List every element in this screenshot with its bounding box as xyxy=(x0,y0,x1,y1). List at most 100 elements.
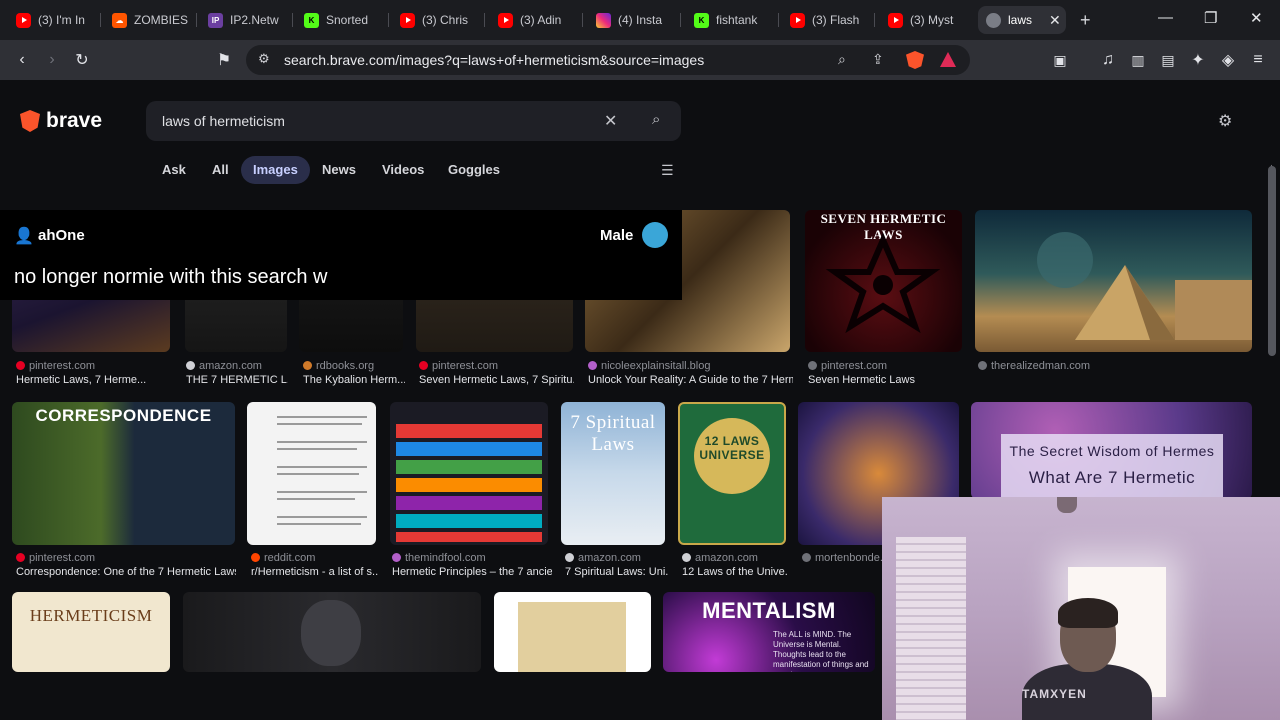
site-settings-icon[interactable]: ⚙ xyxy=(258,51,270,67)
image-result[interactable] xyxy=(494,592,651,672)
result-title[interactable]: 12 Laws of the Unive... xyxy=(682,566,788,578)
clear-icon[interactable]: ✕ xyxy=(604,111,617,131)
result-title[interactable]: Seven Hermetic Laws, 7 Spiritu... xyxy=(419,374,574,386)
kick-icon: K xyxy=(694,12,709,28)
scrollbar[interactable] xyxy=(1268,166,1276,356)
browser-tab[interactable]: (3) Flash xyxy=(782,6,870,34)
back-button[interactable]: ‹ xyxy=(12,50,32,70)
forward-button[interactable]: › xyxy=(42,50,62,70)
kick-icon: K xyxy=(304,12,319,28)
search-input[interactable]: laws of hermeticism xyxy=(162,113,285,129)
image-result[interactable]: HERMETICISM xyxy=(12,592,170,672)
result-source: pinterest.com xyxy=(16,552,236,564)
vpn-icon[interactable]: ◈ xyxy=(1218,50,1238,70)
close-window-button[interactable]: ✕ xyxy=(1250,9,1263,27)
browser-tab[interactable]: IP IP2.Netw xyxy=(200,6,288,34)
chat-message: no longer normie with this search w xyxy=(14,266,328,288)
image-result[interactable] xyxy=(247,402,376,545)
share-icon[interactable]: ⇪ xyxy=(872,51,884,68)
result-title[interactable]: Unlock Your Reality: A Guide to the 7 He… xyxy=(588,374,793,386)
tab-all[interactable]: All xyxy=(200,156,241,184)
brave-lion-icon xyxy=(20,110,40,132)
image-result[interactable] xyxy=(390,402,548,545)
browser-tab[interactable]: K Snorted xyxy=(296,6,384,34)
zoom-icon[interactable]: ⌕ xyxy=(838,51,846,68)
browser-tab[interactable]: ☁ ZOMBIES xyxy=(104,6,192,34)
result-title[interactable]: The Kybalion Herm... xyxy=(303,374,405,386)
tab-label: fishtank xyxy=(716,13,758,27)
image-overlay-text: What Are 7 Hermetic Principles? xyxy=(1028,468,1196,490)
brave-shields-icon[interactable] xyxy=(906,51,924,69)
image-result[interactable]: SEVEN HERMETIC LAWS xyxy=(805,210,962,352)
result-title[interactable]: Hermetic Laws, 7 Herme... xyxy=(16,374,171,386)
browser-tab[interactable]: K fishtank xyxy=(686,6,774,34)
reload-button[interactable]: ↻ xyxy=(72,50,92,70)
tab-goggles[interactable]: Goggles xyxy=(436,156,512,184)
result-title[interactable]: THE 7 HERMETIC L... xyxy=(186,374,288,386)
streamer xyxy=(1022,598,1152,720)
tab-label: (3) I'm In xyxy=(38,13,85,27)
new-tab-button[interactable]: + xyxy=(1080,10,1091,31)
brave-logo[interactable]: brave xyxy=(20,109,102,133)
gear-icon[interactable]: ⚙ xyxy=(1218,111,1232,131)
leo-ai-icon[interactable]: ✦ xyxy=(1188,50,1208,70)
browser-tab[interactable]: (3) I'm In xyxy=(8,6,96,34)
tab-label: Snorted xyxy=(326,13,369,27)
tab-images[interactable]: Images xyxy=(241,156,310,184)
result-source: rdbooks.org xyxy=(303,360,405,372)
browser-tab[interactable]: (4) Insta xyxy=(588,6,676,34)
result-source: amazon.com xyxy=(186,360,288,372)
wallet-icon[interactable]: ▤ xyxy=(1158,50,1178,70)
result-title[interactable]: 7 Spiritual Laws: Uni... xyxy=(565,566,669,578)
address-bar[interactable]: ⚙ search.brave.com/images?q=laws+of+herm… xyxy=(246,45,970,75)
instagram-icon xyxy=(596,12,611,28)
close-tab-icon[interactable]: ✕ xyxy=(1049,12,1061,29)
image-overlay-text: CORRESPONDENCE xyxy=(35,406,212,425)
browser-tab[interactable]: (3) Chris xyxy=(392,6,480,34)
shirt-text: TAMXYEN xyxy=(1022,687,1087,701)
image-overlay-text: MENTALISM xyxy=(702,598,836,623)
chat-gender: Male xyxy=(600,227,634,244)
image-overlay-text: The Secret Wisdom of Hermes xyxy=(1009,443,1215,459)
image-result[interactable] xyxy=(975,210,1252,352)
bookmark-icon[interactable]: ⚑ xyxy=(214,50,234,70)
maximize-button[interactable]: ❐ xyxy=(1204,9,1217,27)
brand-name: brave xyxy=(46,109,103,132)
menu-icon[interactable]: ≡ xyxy=(1248,50,1268,70)
image-result[interactable]: 7 Spiritual Laws xyxy=(561,402,665,545)
result-title[interactable]: Correspondence: One of the 7 Hermetic La… xyxy=(16,566,236,578)
search-icon[interactable]: ⌕ xyxy=(652,111,660,128)
image-result[interactable]: MENTALISM The ALL is MIND. The Universe … xyxy=(663,592,875,672)
result-source: nicoleexplainsitall.blog xyxy=(588,360,793,372)
tab-news[interactable]: News xyxy=(310,156,368,184)
browser-tab-active[interactable]: laws ✕ xyxy=(978,6,1066,34)
filter-icon[interactable]: ☰ xyxy=(661,162,674,179)
star-symbol-icon xyxy=(825,232,941,334)
youtube-icon xyxy=(498,12,513,28)
search-box[interactable]: laws of hermeticism ✕ ⌕ xyxy=(146,101,681,141)
pyramid-image-icon xyxy=(1037,232,1252,340)
reader-mode-icon[interactable]: ▣ xyxy=(1050,50,1070,70)
youtube-icon xyxy=(888,12,903,28)
tab-ask[interactable]: Ask xyxy=(150,156,198,184)
image-result[interactable]: 12 LAWS UNIVERSE xyxy=(678,402,786,545)
image-overlay-text: The ALL is MIND. The Universe is Mental.… xyxy=(773,630,869,672)
browser-toolbar: ‹ › ↻ ⚑ ⚙ search.brave.com/images?q=laws… xyxy=(0,40,1280,80)
soundcloud-icon: ☁ xyxy=(112,12,127,28)
result-title[interactable]: Seven Hermetic Laws xyxy=(808,374,963,386)
minimize-button[interactable]: — xyxy=(1158,9,1173,26)
result-source: therealizedman.com xyxy=(978,360,1178,372)
brave-rewards-icon[interactable] xyxy=(940,52,956,67)
browser-tab[interactable]: (3) Adin xyxy=(490,6,578,34)
image-result[interactable]: CORRESPONDENCE xyxy=(12,402,235,545)
tab-label: (3) Flash xyxy=(812,13,860,27)
tab-videos[interactable]: Videos xyxy=(370,156,436,184)
image-result[interactable] xyxy=(183,592,481,672)
result-title[interactable]: r/Hermeticism - a list of s... xyxy=(251,566,379,578)
media-icon[interactable]: ♫ xyxy=(1098,50,1118,70)
sidebar-icon[interactable]: ▥ xyxy=(1128,50,1148,70)
result-source: pinterest.com xyxy=(419,360,574,372)
image-result[interactable]: The Secret Wisdom of Hermes What Are 7 H… xyxy=(971,402,1252,499)
result-title[interactable]: Hermetic Principles – the 7 ancie... xyxy=(392,566,552,578)
browser-tab[interactable]: (3) Myst xyxy=(880,6,968,34)
